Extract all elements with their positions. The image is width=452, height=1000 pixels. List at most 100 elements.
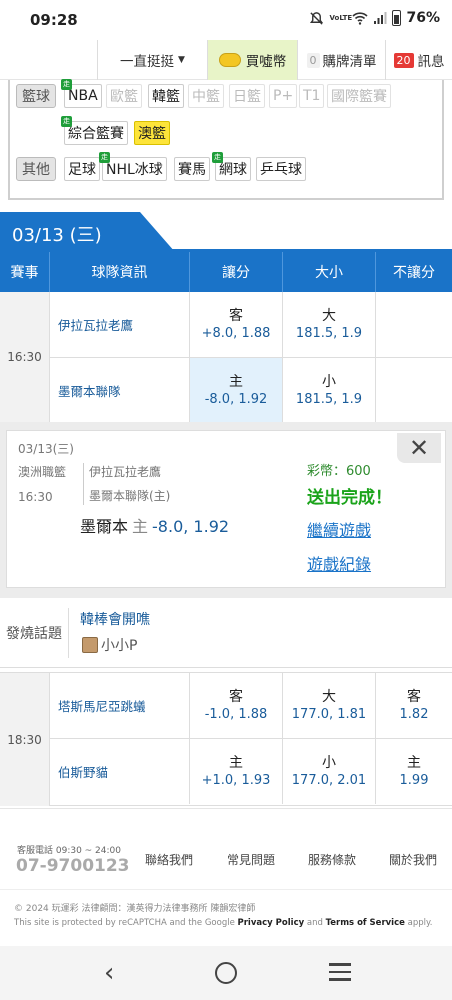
moneyline-bet-cell[interactable] xyxy=(376,292,452,357)
footer-copyright: © 2024 玩運彩 法律顧問：漢英得力法律事務所 陳韻宏律師 xyxy=(14,904,256,914)
spread-bet-cell[interactable]: 客 +8.0, 1.88 xyxy=(190,292,283,357)
hot-topic-user[interactable]: 小小P xyxy=(101,635,137,655)
wifi-icon xyxy=(352,12,369,25)
spread-side: 主 xyxy=(229,755,243,771)
spread-side: 客 xyxy=(229,689,243,705)
category-euro-basketball[interactable]: 歐籃 xyxy=(106,84,142,108)
footer-divider xyxy=(0,889,452,890)
ou-side: 小 xyxy=(322,755,336,771)
live-icon: 走 xyxy=(61,116,72,127)
home-icon[interactable] xyxy=(215,962,237,984)
category-china-basketball[interactable]: 中籃 xyxy=(188,84,224,108)
continue-game-link[interactable]: 繼續遊戲 xyxy=(307,517,371,541)
nav-cart-label: 購牌清單 xyxy=(322,54,377,70)
team-name[interactable]: 墨爾本聯隊 xyxy=(50,358,190,423)
date-label: 03/13 (三) xyxy=(12,225,102,246)
live-icon: 走 xyxy=(61,79,72,90)
footer-link-contact[interactable]: 聯絡我們 xyxy=(145,851,193,868)
volte-icon: VoLTE xyxy=(329,14,353,22)
col-moneyline: 不讓分 xyxy=(393,265,435,281)
live-icon: 走 xyxy=(99,152,110,163)
moneyline-bet-cell[interactable]: 客 1.82 xyxy=(376,673,452,738)
team-name[interactable]: 塔斯馬尼亞跳蟻 xyxy=(50,673,190,738)
close-icon[interactable]: ✕ xyxy=(397,433,441,463)
game-records-link[interactable]: 遊戲紀錄 xyxy=(307,551,371,575)
footer-link-faq[interactable]: 常見問題 xyxy=(227,851,275,868)
category-mixed-basketball[interactable]: 走綜合籃賽 xyxy=(61,116,128,145)
nav-cart[interactable]: 0 購牌清單 xyxy=(297,40,385,80)
status-time: 09:28 xyxy=(30,11,78,29)
footer: 客服電話 09:30 ~ 24:00 07-9700123 聯絡我們 常見問題 … xyxy=(0,808,452,946)
hot-topic: 發燒話題 韓棒會開噍 小小P xyxy=(0,598,452,668)
category-p-plus[interactable]: P+ xyxy=(269,84,298,108)
signal-icon xyxy=(374,12,387,24)
category-table-tennis[interactable]: 乒乓球 xyxy=(256,157,306,181)
moneyline-bet-cell[interactable] xyxy=(376,358,452,423)
col-event: 賽事 xyxy=(0,252,50,292)
category-intl-basketball[interactable]: 國際籃賽 xyxy=(327,84,391,108)
terms-of-service-link[interactable]: Terms of Service xyxy=(326,918,405,928)
team-name[interactable]: 伊拉瓦拉老鷹 xyxy=(50,292,190,357)
popup-league: 澳洲職籃 xyxy=(18,465,67,479)
table-row: 伯斯野貓 主 +1.0, 1.93 小 177.0, 2.01 主 1.99 xyxy=(50,739,452,806)
game-row-group: 18:30 塔斯馬尼亞跳蟻 客 -1.0, 1.88 大 177.0, 1.81… xyxy=(0,672,452,806)
privacy-policy-link[interactable]: Privacy Policy xyxy=(238,918,305,928)
col-spread: 讓分 xyxy=(190,252,283,292)
hot-topic-divider xyxy=(68,608,69,658)
popup-away-team: 伊拉瓦拉老鷹 xyxy=(89,465,162,479)
popup-home-team: 墨爾本聯隊(主) xyxy=(89,489,171,503)
team-name[interactable]: 伯斯野貓 xyxy=(50,739,190,804)
ou-odds: 177.0, 1.81 xyxy=(291,707,367,722)
spread-odds: -8.0, 1.92 xyxy=(204,392,268,407)
category-horse-racing[interactable]: 賽馬 xyxy=(174,157,210,181)
popup-divider xyxy=(83,463,84,505)
over-under-bet-cell[interactable]: 小 177.0, 2.01 xyxy=(283,739,376,804)
over-under-bet-cell[interactable]: 小 181.5, 1.9 xyxy=(283,358,376,423)
over-under-bet-cell[interactable]: 大 181.5, 1.9 xyxy=(283,292,376,357)
game-time: 18:30 xyxy=(0,673,50,806)
category-australia-basketball[interactable]: 澳籃 xyxy=(134,121,170,145)
category-tennis[interactable]: 走網球 xyxy=(212,152,251,181)
spread-side: 客 xyxy=(229,308,243,324)
category-t1[interactable]: T1 xyxy=(299,84,325,108)
table-row: 伊拉瓦拉老鷹 客 +8.0, 1.88 大 181.5, 1.9 xyxy=(50,292,452,358)
col-team: 球隊資訊 xyxy=(50,252,190,292)
popup-date: 03/13(三) xyxy=(18,442,74,456)
over-under-bet-cell[interactable]: 大 177.0, 1.81 xyxy=(283,673,376,738)
ml-odds: 1.99 xyxy=(399,773,429,788)
category-japan-basketball[interactable]: 日籃 xyxy=(229,84,265,108)
ou-odds: 177.0, 2.01 xyxy=(291,773,367,788)
nav-stay-dropdown[interactable]: 一直挺挺 ▼ xyxy=(97,40,207,80)
spread-bet-cell[interactable]: 客 -1.0, 1.88 xyxy=(190,673,283,738)
moneyline-bet-cell[interactable]: 主 1.99 xyxy=(376,739,452,804)
ml-side: 客 xyxy=(407,689,421,705)
nav-buy-coin[interactable]: 買噓幣 xyxy=(207,40,297,80)
nav-stay-label: 一直挺挺 xyxy=(120,54,175,70)
top-nav: 一直挺挺 ▼ 買噓幣 0 購牌清單 20 訊息 xyxy=(0,40,452,80)
popup-pick: 墨爾本主 -8.0, 1.92 xyxy=(80,513,229,537)
category-soccer[interactable]: 足球 xyxy=(64,157,100,181)
recent-apps-icon[interactable] xyxy=(329,963,351,986)
coin-icon xyxy=(218,53,241,67)
footer-link-terms[interactable]: 服務條款 xyxy=(308,851,356,868)
category-korea-basketball[interactable]: 韓籃 xyxy=(148,84,184,108)
ou-side: 小 xyxy=(322,374,336,390)
message-count-badge: 20 xyxy=(393,52,414,68)
category-nhl[interactable]: 走 NHL冰球 xyxy=(99,152,167,181)
hot-topic-title[interactable]: 韓棒會開噍 xyxy=(80,609,150,629)
ou-odds: 181.5, 1.9 xyxy=(295,326,363,341)
table-row: 墨爾本聯隊 主 -8.0, 1.92 小 181.5, 1.9 xyxy=(50,358,452,423)
footer-link-about[interactable]: 關於我們 xyxy=(389,851,437,868)
popup-coins: 彩幣：600 xyxy=(307,464,371,479)
ml-side: 主 xyxy=(407,755,421,771)
service-phone[interactable]: 07-9700123 xyxy=(16,856,130,876)
back-icon[interactable]: ‹ xyxy=(104,958,114,988)
spread-odds: +1.0, 1.93 xyxy=(201,773,271,788)
date-header: 03/13 (三) xyxy=(0,212,452,252)
nav-messages[interactable]: 20 訊息 xyxy=(385,40,452,80)
spread-bet-cell-selected[interactable]: 主 -8.0, 1.92 xyxy=(190,358,283,423)
category-nba[interactable]: 走 NBA xyxy=(61,79,102,108)
avatar xyxy=(82,637,98,653)
spread-bet-cell[interactable]: 主 +1.0, 1.93 xyxy=(190,739,283,804)
basketball-label: 籃球 xyxy=(16,84,56,108)
